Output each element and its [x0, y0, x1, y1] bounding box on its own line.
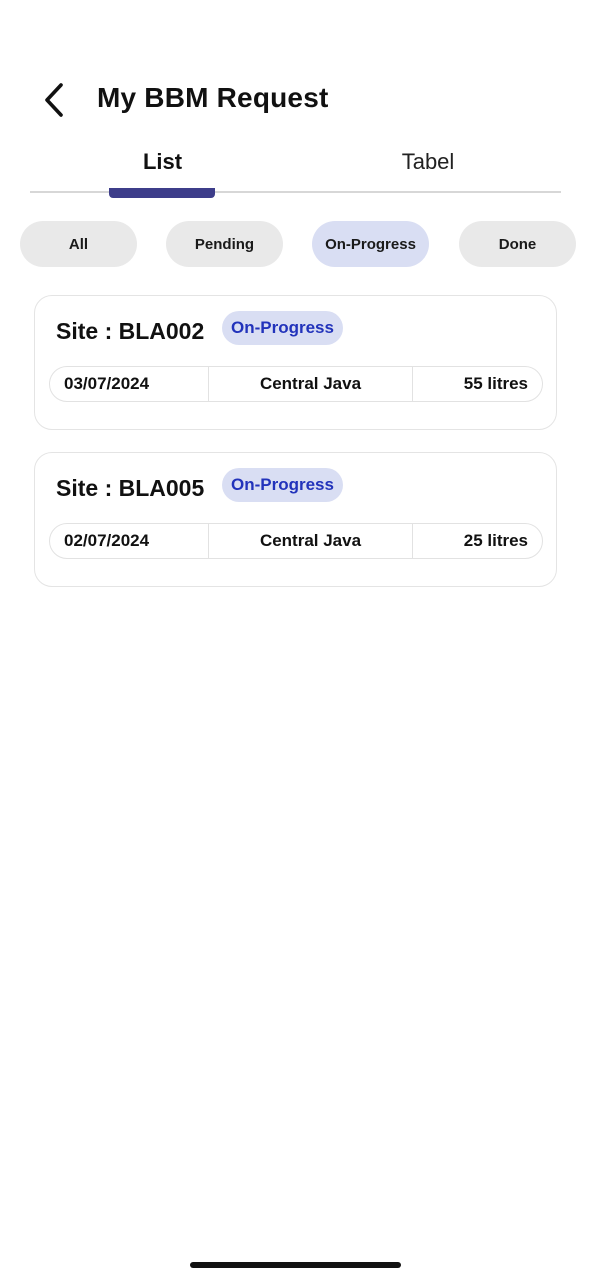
site-title: Site : BLA002	[56, 318, 205, 344]
status-badge: On-Progress	[222, 468, 343, 502]
status-filter-bar: All Pending On-Progress Done	[20, 221, 580, 267]
request-date: 03/07/2024	[50, 367, 209, 401]
request-card[interactable]: Site : BLA005 On-Progress 02/07/2024 Cen…	[34, 452, 557, 587]
screen: My BBM Request List Tabel All Pending On…	[0, 0, 591, 1280]
home-indicator[interactable]	[190, 1262, 401, 1268]
status-badge: On-Progress	[222, 311, 343, 345]
request-volume: 25 litres	[463, 531, 528, 550]
back-button[interactable]	[32, 78, 76, 122]
filter-pending-chip[interactable]: Pending	[166, 221, 283, 267]
request-region: Central Java	[209, 524, 413, 558]
tab-list[interactable]: List	[30, 140, 295, 184]
tab-bar: List Tabel	[30, 140, 561, 198]
request-region: Central Java	[209, 367, 413, 401]
request-volume: 55 litres	[463, 374, 528, 393]
request-date: 02/07/2024	[50, 524, 209, 558]
request-card[interactable]: Site : BLA002 On-Progress 03/07/2024 Cen…	[34, 295, 557, 430]
filter-all-chip[interactable]: All	[20, 221, 137, 267]
page-title: My BBM Request	[97, 82, 329, 113]
request-info-row: 03/07/2024 Central Java 55 litres	[49, 366, 543, 402]
filter-done-chip[interactable]: Done	[459, 221, 576, 267]
site-title: Site : BLA005	[56, 475, 205, 501]
tab-tabel[interactable]: Tabel	[295, 140, 561, 184]
active-tab-indicator	[109, 188, 215, 198]
filter-on-progress-chip[interactable]: On-Progress	[312, 221, 429, 267]
request-info-row: 02/07/2024 Central Java 25 litres	[49, 523, 543, 559]
header: My BBM Request	[0, 76, 591, 124]
chevron-left-icon	[45, 83, 63, 117]
